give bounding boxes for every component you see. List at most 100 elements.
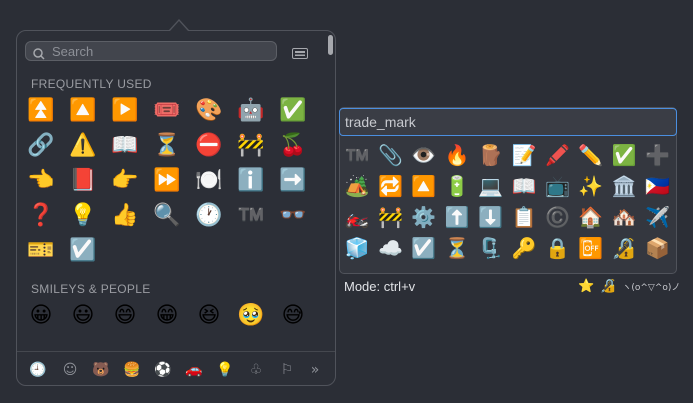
- result-emoji[interactable]: 📋: [509, 202, 539, 232]
- car-icon[interactable]: 🚗: [183, 360, 205, 380]
- emoji-cell[interactable]: 💡: [66, 200, 100, 232]
- result-emoji[interactable]: 📺: [542, 171, 572, 201]
- popover-pointer-fill: [170, 21, 188, 31]
- result-emoji[interactable]: ⚙️: [409, 202, 439, 232]
- scrollbar[interactable]: [328, 35, 333, 55]
- emoji-cell[interactable]: ☑️: [66, 235, 100, 267]
- emoji-cell[interactable]: 👓: [276, 200, 310, 232]
- emoji-cell[interactable]: ▶️: [108, 95, 142, 127]
- result-emoji[interactable]: ✈️: [643, 202, 673, 232]
- result-emoji[interactable]: 🏕️: [342, 171, 372, 201]
- result-emoji[interactable]: 📴: [576, 233, 606, 263]
- result-emoji[interactable]: ☑️: [409, 233, 439, 263]
- result-emoji[interactable]: 🔋: [442, 171, 472, 201]
- emoji-cell[interactable]: ➡️: [276, 165, 310, 197]
- status-icons: ⭐ 🔏 ヽ(o^▽^o)ノ: [578, 279, 680, 294]
- more-icon[interactable]: »: [304, 360, 326, 380]
- query-field[interactable]: [339, 108, 677, 136]
- emoji-cell[interactable]: 🔼: [66, 95, 100, 127]
- result-emoji[interactable]: ✅: [609, 140, 639, 170]
- query-input[interactable]: [345, 113, 665, 131]
- result-emoji[interactable]: 🗜️: [476, 233, 506, 263]
- result-emoji[interactable]: 📖: [509, 171, 539, 201]
- emoji-cell[interactable]: 🍽️: [192, 165, 226, 197]
- emoji-cell[interactable]: ⚠️: [66, 130, 100, 162]
- emoji-cell[interactable]: ⏳: [150, 130, 184, 162]
- emoji-cell[interactable]: ⏫: [24, 95, 58, 127]
- result-emoji[interactable]: 📝: [509, 140, 539, 170]
- result-emoji[interactable]: 📎: [375, 140, 405, 170]
- emoji-cell[interactable]: 😃: [66, 300, 100, 332]
- emoji-cell[interactable]: 🔗: [24, 130, 58, 162]
- bulb-icon[interactable]: 💡: [214, 360, 236, 380]
- clock-icon[interactable]: 🕘: [27, 360, 49, 380]
- symbols-icon[interactable]: ♧: [245, 360, 267, 380]
- result-emoji[interactable]: ✨: [576, 171, 606, 201]
- result-emoji[interactable]: ☁️: [375, 233, 405, 263]
- emoji-cell[interactable]: 🕐: [192, 200, 226, 232]
- emoji-cell[interactable]: ℹ️: [234, 165, 268, 197]
- emoji-cell[interactable]: 😆: [192, 300, 226, 332]
- emoji-cell[interactable]: 🥹: [234, 300, 268, 332]
- emoji-cell[interactable]: 📕: [66, 165, 100, 197]
- result-emoji[interactable]: 🏛️: [609, 171, 639, 201]
- section-title-frequent: FREQUENTLY USED: [31, 77, 152, 91]
- emoji-cell[interactable]: ✅: [276, 95, 310, 127]
- smiley-icon[interactable]: ☺: [59, 360, 81, 380]
- lock-icon[interactable]: 🔏: [600, 279, 616, 294]
- emoji-cell[interactable]: ⏩: [150, 165, 184, 197]
- emoji-cell[interactable]: 👉: [108, 165, 142, 197]
- emoji-cell[interactable]: ™️: [234, 200, 268, 232]
- food-icon[interactable]: 🍔: [121, 360, 143, 380]
- emoji-cell[interactable]: 😄: [108, 300, 142, 332]
- emoji-cell[interactable]: 👍: [108, 200, 142, 232]
- result-emoji[interactable]: 🏍️: [342, 202, 372, 232]
- result-emoji[interactable]: 🧊: [342, 233, 372, 263]
- result-emoji[interactable]: 📦: [643, 233, 673, 263]
- search-input[interactable]: [52, 42, 267, 60]
- result-emoji[interactable]: 🏠: [576, 202, 606, 232]
- result-emoji[interactable]: 👁️: [409, 140, 439, 170]
- emoji-cell[interactable]: 😅: [276, 300, 310, 332]
- emoji-cell[interactable]: 🍒: [276, 130, 310, 162]
- emoji-cell[interactable]: 🤖: [234, 95, 268, 127]
- star-icon[interactable]: ⭐: [578, 279, 594, 294]
- emoji-cell[interactable]: 🚧: [234, 130, 268, 162]
- result-emoji[interactable]: 💻: [476, 171, 506, 201]
- result-emoji[interactable]: 🔑: [509, 233, 539, 263]
- kaomoji-button[interactable]: ヽ(o^▽^o)ノ: [622, 280, 680, 293]
- result-emoji[interactable]: 🖍️: [542, 140, 572, 170]
- keyboard-icon[interactable]: [292, 44, 308, 63]
- result-emoji[interactable]: ©️: [542, 202, 572, 232]
- section-title-smileys: SMILEYS & PEOPLE: [31, 282, 151, 296]
- result-emoji[interactable]: ⏳: [442, 233, 472, 263]
- result-emoji[interactable]: 🚧: [375, 202, 405, 232]
- emoji-cell[interactable]: 📖: [108, 130, 142, 162]
- emoji-cell[interactable]: ❓: [24, 200, 58, 232]
- emoji-cell[interactable]: 🎟️: [150, 95, 184, 127]
- emoji-cell[interactable]: 😁: [150, 300, 184, 332]
- emoji-cell[interactable]: 👈: [24, 165, 58, 197]
- bear-icon[interactable]: 🐻: [90, 360, 112, 380]
- result-emoji[interactable]: 🏘️: [609, 202, 639, 232]
- result-emoji[interactable]: 🔥: [442, 140, 472, 170]
- result-emoji[interactable]: 🔏: [609, 233, 639, 263]
- result-emoji[interactable]: ✏️: [576, 140, 606, 170]
- result-emoji[interactable]: ⬇️: [476, 202, 506, 232]
- result-emoji[interactable]: 🪵: [476, 140, 506, 170]
- flag-icon[interactable]: ⚐: [276, 360, 298, 380]
- emoji-cell[interactable]: 🎨: [192, 95, 226, 127]
- result-emoji[interactable]: ➕: [643, 140, 673, 170]
- result-emoji[interactable]: ⬆️: [442, 202, 472, 232]
- emoji-cell[interactable]: 🔍: [150, 200, 184, 232]
- result-emoji[interactable]: 🔁: [375, 171, 405, 201]
- result-emoji[interactable]: ™️: [342, 140, 372, 170]
- ball-icon[interactable]: ⚽: [152, 360, 174, 380]
- emoji-cell[interactable]: 🎫: [24, 235, 58, 267]
- emoji-cell[interactable]: 😀: [24, 300, 58, 332]
- result-emoji[interactable]: 🔼: [409, 171, 439, 201]
- result-emoji[interactable]: 🔒: [542, 233, 572, 263]
- emoji-cell[interactable]: ⛔: [192, 130, 226, 162]
- result-emoji[interactable]: 🇵🇭: [643, 171, 673, 201]
- search-field[interactable]: [25, 41, 277, 61]
